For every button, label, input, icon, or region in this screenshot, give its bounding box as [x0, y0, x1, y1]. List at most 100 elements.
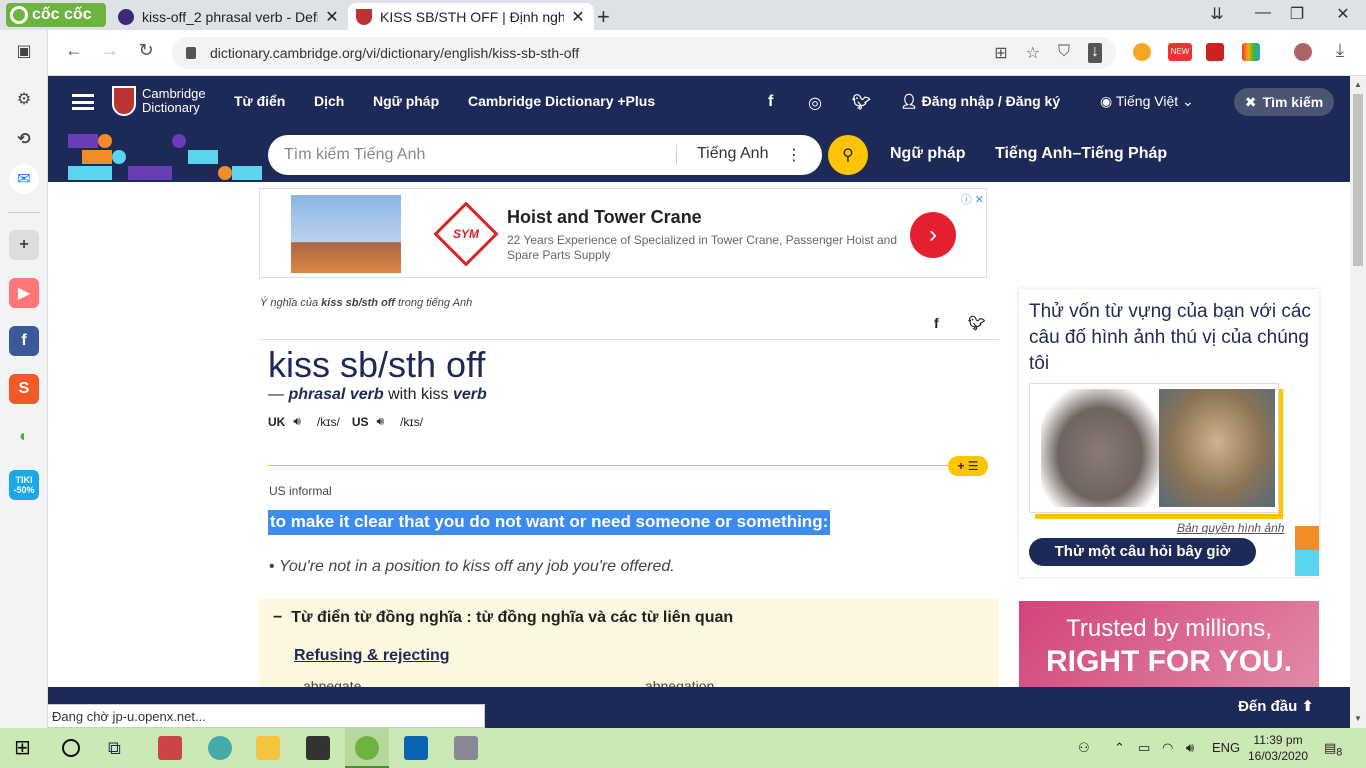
share-twitter-icon[interactable]: 🐦︎ [968, 315, 986, 332]
back-button[interactable]: ← [62, 40, 86, 61]
volume-icon[interactable]: 🔊︎ [1186, 740, 1194, 756]
add-app-icon[interactable]: + [9, 230, 39, 260]
search-bar-row: Tìm kiếm Tiếng Anh Tiếng Anh ⋮ ⚲ Ngữ phá… [48, 128, 1350, 182]
cambridge-logo[interactable]: Cambridge Dictionary [112, 86, 206, 116]
windows-start-icon[interactable]: ⊞ [14, 736, 38, 760]
coccoc-taskbar-icon[interactable] [355, 736, 379, 760]
menu-icon[interactable] [72, 94, 94, 110]
tab-title: KISS SB/STH OFF | Định nghĩa [380, 8, 564, 25]
page-scrollbar[interactable]: ▲ ▼ [1350, 76, 1366, 728]
facebook-icon[interactable]: f [768, 93, 773, 111]
ad-banner[interactable]: SYM Hoist and Tower Crane 22 Years Exper… [259, 188, 987, 278]
new-tab-button[interactable]: + [597, 4, 610, 30]
tab-kiss-off[interactable]: kiss-off_2 phrasal verb - Defin ✕ [110, 3, 348, 30]
battery-icon[interactable]: ▭ [1138, 740, 1150, 756]
ad-trusted[interactable]: Trusted by millions, RIGHT FOR YOU. [1019, 601, 1319, 691]
tray-chevron-icon[interactable]: ⌃ [1114, 740, 1125, 756]
taskbar-paint-icon[interactable] [208, 736, 232, 760]
divider [259, 339, 999, 340]
search-icon[interactable] [62, 739, 80, 757]
back-to-top-button[interactable]: Đến đầu ⬆ [1238, 697, 1314, 715]
grammar-link[interactable]: Ngữ pháp [890, 145, 966, 163]
crumb-suffix: trong tiếng Anh [398, 297, 473, 309]
us-audio-icon[interactable]: 🔊︎ [377, 414, 385, 429]
close-icon[interactable]: ✕ [324, 7, 340, 27]
login-link[interactable]: 👤︎ Đăng nhập / Đăng ký [900, 93, 1060, 110]
youtube-icon[interactable]: ▶ [9, 278, 39, 308]
search-input[interactable]: Tìm kiếm Tiếng Anh [268, 146, 676, 164]
ad-arrow-button[interactable]: › [910, 212, 956, 258]
nav-plus[interactable]: Cambridge Dictionary +Plus [468, 93, 655, 109]
wifi-icon[interactable]: ◠ [1162, 740, 1173, 756]
hippo-image[interactable] [1041, 389, 1159, 507]
search-toggle-button[interactable]: ✖ Tìm kiếm [1234, 88, 1334, 116]
history-icon[interactable]: ⟲ [9, 124, 39, 154]
file-explorer-icon[interactable] [256, 736, 280, 760]
language-selector[interactable]: ◉ Tiếng Việt ⌄ [1100, 93, 1194, 110]
taskbar-app-icon[interactable] [158, 736, 182, 760]
sidebar-toggle-icon[interactable]: ▣ [9, 36, 39, 66]
tab-kiss-sb-sth-off[interactable]: KISS SB/STH OFF | Định nghĩa ✕ [348, 3, 594, 30]
thesaurus-title[interactable]: − Từ điển từ đồng nghĩa : từ đồng nghĩa … [273, 609, 733, 627]
minimize-button[interactable]: — [1248, 4, 1278, 22]
profile-avatar[interactable] [1294, 43, 1312, 61]
maximize-button[interactable]: ❐ [1282, 4, 1312, 24]
coccoc-logo[interactable]: cốc cốc [6, 3, 106, 27]
twitter-icon[interactable]: 🐦︎ [852, 93, 871, 111]
facebook-icon[interactable]: f [9, 326, 39, 356]
notification-center-icon[interactable]: ▤8 [1324, 740, 1342, 759]
translate-icon[interactable]: ⊞ [994, 43, 1007, 63]
extension-icon-1[interactable] [1133, 43, 1151, 61]
close-icon[interactable]: ✕ [570, 7, 586, 27]
settings-icon[interactable]: ⚙ [9, 84, 39, 114]
windows-taskbar: ⊞ ⧉ ⚇ ⌃ ▭ ◠ 🔊︎ ENG 11:39 pm 16/03/2020 ▤… [0, 728, 1366, 768]
downloads-icon[interactable]: ⤓ [1328, 40, 1352, 61]
nav-translate[interactable]: Dịch [314, 93, 344, 109]
scroll-down-icon[interactable]: ▼ [1354, 714, 1362, 723]
task-view-icon[interactable]: ⧉ [108, 736, 132, 760]
taskbar-app-icon[interactable] [306, 736, 330, 760]
tiki-icon[interactable]: TIKI -50% [9, 470, 39, 500]
extension-icon-3[interactable] [1206, 43, 1224, 61]
instagram-icon[interactable]: ◎ [808, 93, 822, 113]
input-language[interactable]: ENG [1212, 740, 1240, 755]
ad-close-icon[interactable]: ⓘ ✕ [961, 191, 984, 207]
tab-search-icon[interactable]: ⇊ [1202, 4, 1232, 24]
add-to-list-button[interactable]: + ☰ [948, 456, 988, 476]
taskbar-app-icon[interactable] [454, 736, 478, 760]
decoration [128, 166, 172, 180]
seal-image[interactable] [1159, 389, 1275, 507]
forward-button[interactable]: → [98, 40, 122, 61]
close-window-button[interactable]: ✕ [1328, 4, 1358, 24]
search-language-select[interactable]: Tiếng Anh ⋮ [676, 145, 822, 165]
share-facebook-icon[interactable]: f [934, 315, 939, 331]
bookmark-star-icon[interactable]: ☆ [1026, 43, 1040, 63]
coccoc-app-icon[interactable]: ◐ [9, 422, 39, 452]
english-french-link[interactable]: Tiếng Anh–Tiếng Pháp [995, 145, 1167, 163]
try-quiz-button[interactable]: Thử một câu hỏi bây giờ [1029, 538, 1256, 566]
shopee-icon[interactable]: S [9, 374, 39, 404]
scroll-up-icon[interactable]: ▲ [1354, 80, 1362, 89]
messenger-icon[interactable]: ✉ [9, 164, 39, 194]
scroll-thumb[interactable] [1353, 94, 1363, 266]
address-bar[interactable]: dictionary.cambridge.org/vi/dictionary/e… [172, 37, 1116, 69]
extension-icon-4[interactable] [1242, 43, 1260, 61]
decoration [1295, 526, 1319, 550]
cambridge-shield-icon [112, 86, 136, 116]
image-credit-link[interactable]: Bản quyền hình ảnh [1177, 521, 1284, 535]
search-icon[interactable]: ⚲ [828, 135, 868, 175]
outlook-icon[interactable] [404, 736, 428, 760]
nav-dictionary[interactable]: Từ điển [234, 93, 285, 109]
reload-button[interactable]: ↻ [134, 40, 158, 61]
nav-grammar[interactable]: Ngữ pháp [373, 93, 439, 109]
uk-label: UK [268, 414, 286, 429]
ad-description: 22 Years Experience of Specialized in To… [507, 233, 898, 262]
clock[interactable]: 11:39 pm 16/03/2020 [1246, 732, 1310, 764]
uk-audio-icon[interactable]: 🔊︎ [293, 414, 301, 429]
download-icon[interactable]: ↓ [1088, 43, 1102, 63]
shield-icon[interactable]: ⛉ [1058, 43, 1070, 63]
extension-new-icon[interactable]: NEW [1168, 43, 1192, 61]
decoration [188, 150, 218, 164]
thesaurus-category-link[interactable]: Refusing & rejecting [294, 647, 450, 665]
people-icon[interactable]: ⚇ [1078, 740, 1090, 756]
